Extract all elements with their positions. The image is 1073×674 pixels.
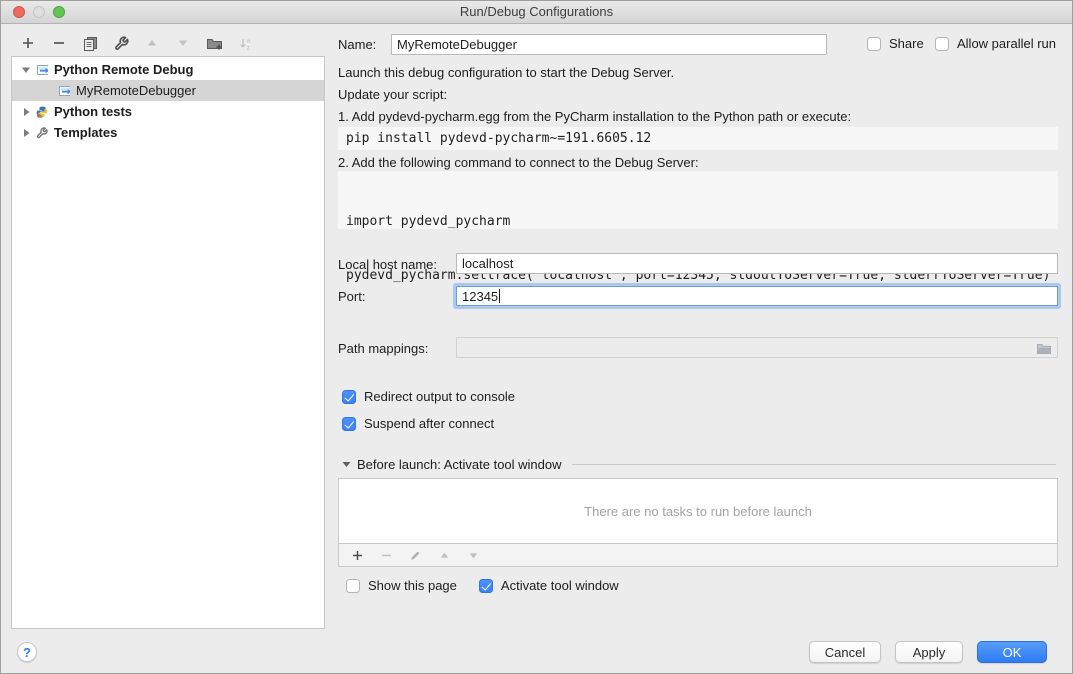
run-config-icon bbox=[36, 64, 48, 76]
browse-folder-icon[interactable] bbox=[1034, 340, 1054, 356]
settrace-code-line1: import pydevd_pycharm bbox=[346, 213, 1058, 231]
run-debug-configurations-dialog: Run/Debug Configurations az Python Remot… bbox=[0, 0, 1073, 674]
remove-task-icon bbox=[377, 546, 395, 564]
dialog-buttons: Cancel Apply OK bbox=[809, 641, 1047, 663]
redirect-output-checkbox[interactable] bbox=[342, 390, 356, 404]
svg-text:z: z bbox=[246, 45, 250, 51]
traffic-lights bbox=[13, 6, 65, 18]
share-checkbox[interactable] bbox=[867, 37, 881, 51]
run-config-icon bbox=[58, 85, 70, 97]
section-collapse-icon[interactable] bbox=[342, 457, 351, 472]
apply-button[interactable]: Apply bbox=[895, 641, 963, 663]
tasks-toolbar bbox=[338, 544, 1058, 567]
settrace-code: import pydevd_pycharm pydevd_pycharm.set… bbox=[338, 171, 1058, 229]
chevron-expanded-icon[interactable] bbox=[20, 64, 32, 76]
zoom-icon[interactable] bbox=[53, 6, 65, 18]
configurations-tree: Python Remote Debug MyRemoteDebugger Pyt… bbox=[11, 56, 325, 629]
name-label: Name: bbox=[338, 37, 376, 52]
tree-item-label: Python tests bbox=[52, 104, 132, 119]
path-mappings-label: Path mappings: bbox=[338, 341, 428, 356]
move-up-icon bbox=[143, 34, 161, 52]
pip-install-code: pip install pydevd-pycharm~=191.6605.12 bbox=[338, 127, 1058, 150]
configurations-toolbar: az bbox=[19, 31, 254, 55]
window-title: Run/Debug Configurations bbox=[1, 1, 1072, 22]
close-icon[interactable] bbox=[13, 6, 25, 18]
svg-text:a: a bbox=[246, 37, 250, 44]
move-down-icon bbox=[174, 34, 192, 52]
ok-button[interactable]: OK bbox=[977, 641, 1047, 663]
suspend-after-connect-checkbox[interactable] bbox=[342, 417, 356, 431]
remove-icon[interactable] bbox=[50, 34, 68, 52]
tree-item-python-remote-debug[interactable]: Python Remote Debug bbox=[12, 59, 324, 80]
allow-parallel-run-label: Allow parallel run bbox=[957, 36, 1056, 51]
show-this-page-checkbox[interactable] bbox=[346, 579, 360, 593]
share-row: Share bbox=[867, 36, 924, 51]
sort-alphabetically-icon: az bbox=[236, 34, 254, 52]
tree-item-templates[interactable]: Templates bbox=[12, 122, 324, 143]
tree-item-myremotedebugger[interactable]: MyRemoteDebugger bbox=[12, 80, 324, 101]
port-input[interactable] bbox=[456, 286, 1058, 306]
edit-task-icon bbox=[406, 546, 424, 564]
minimize-icon bbox=[33, 6, 45, 18]
move-task-down-icon bbox=[464, 546, 482, 564]
section-divider bbox=[572, 464, 1056, 465]
text-cursor bbox=[499, 289, 500, 303]
port-label: Port: bbox=[338, 289, 365, 304]
step2-text: 2. Add the following command to connect … bbox=[338, 155, 699, 170]
redirect-output-label: Redirect output to console bbox=[364, 389, 515, 404]
add-icon[interactable] bbox=[19, 34, 37, 52]
chevron-collapsed-icon[interactable] bbox=[20, 106, 32, 118]
step1-text: 1. Add pydevd-pycharm.egg from the PyCha… bbox=[338, 109, 851, 124]
before-launch-task-list[interactable]: There are no tasks to run before launch bbox=[338, 478, 1058, 544]
move-task-up-icon bbox=[435, 546, 453, 564]
chevron-collapsed-icon[interactable] bbox=[20, 127, 32, 139]
share-label: Share bbox=[889, 36, 924, 51]
edit-templates-icon[interactable] bbox=[112, 34, 130, 52]
wrench-icon bbox=[36, 127, 48, 139]
redirect-output-row: Redirect output to console bbox=[342, 389, 515, 404]
empty-tasks-message: There are no tasks to run before launch bbox=[584, 504, 812, 519]
tree-item-label: Templates bbox=[52, 125, 117, 140]
local-host-name-input[interactable] bbox=[456, 253, 1058, 274]
update-script-text: Update your script: bbox=[338, 87, 447, 102]
new-folder-icon[interactable] bbox=[205, 34, 223, 52]
copy-icon[interactable] bbox=[81, 34, 99, 52]
allow-parallel-row: Allow parallel run bbox=[935, 36, 1056, 51]
allow-parallel-run-checkbox[interactable] bbox=[935, 37, 949, 51]
tree-item-label: Python Remote Debug bbox=[52, 62, 193, 77]
show-this-page-row: Show this page Activate tool window bbox=[346, 578, 619, 593]
before-launch-title: Before launch: Activate tool window bbox=[357, 457, 562, 472]
path-mappings-field bbox=[456, 337, 1058, 358]
tree-item-python-tests[interactable]: Python tests bbox=[12, 101, 324, 122]
suspend-after-connect-row: Suspend after connect bbox=[342, 416, 494, 431]
activate-tool-window-checkbox[interactable] bbox=[479, 579, 493, 593]
local-host-name-label: Local host name: bbox=[338, 257, 437, 272]
add-task-icon[interactable] bbox=[348, 546, 366, 564]
tree-item-label: MyRemoteDebugger bbox=[74, 83, 196, 98]
help-button[interactable]: ? bbox=[17, 642, 37, 662]
title-bar: Run/Debug Configurations bbox=[1, 1, 1072, 24]
show-this-page-label: Show this page bbox=[368, 578, 457, 593]
name-input[interactable] bbox=[391, 34, 827, 55]
activate-tool-window-label: Activate tool window bbox=[501, 578, 619, 593]
suspend-after-connect-label: Suspend after connect bbox=[364, 416, 494, 431]
cancel-button[interactable]: Cancel bbox=[809, 641, 881, 663]
intro-text: Launch this debug configuration to start… bbox=[338, 65, 674, 80]
before-launch-header[interactable]: Before launch: Activate tool window bbox=[342, 457, 1056, 472]
python-tests-icon bbox=[36, 106, 48, 118]
